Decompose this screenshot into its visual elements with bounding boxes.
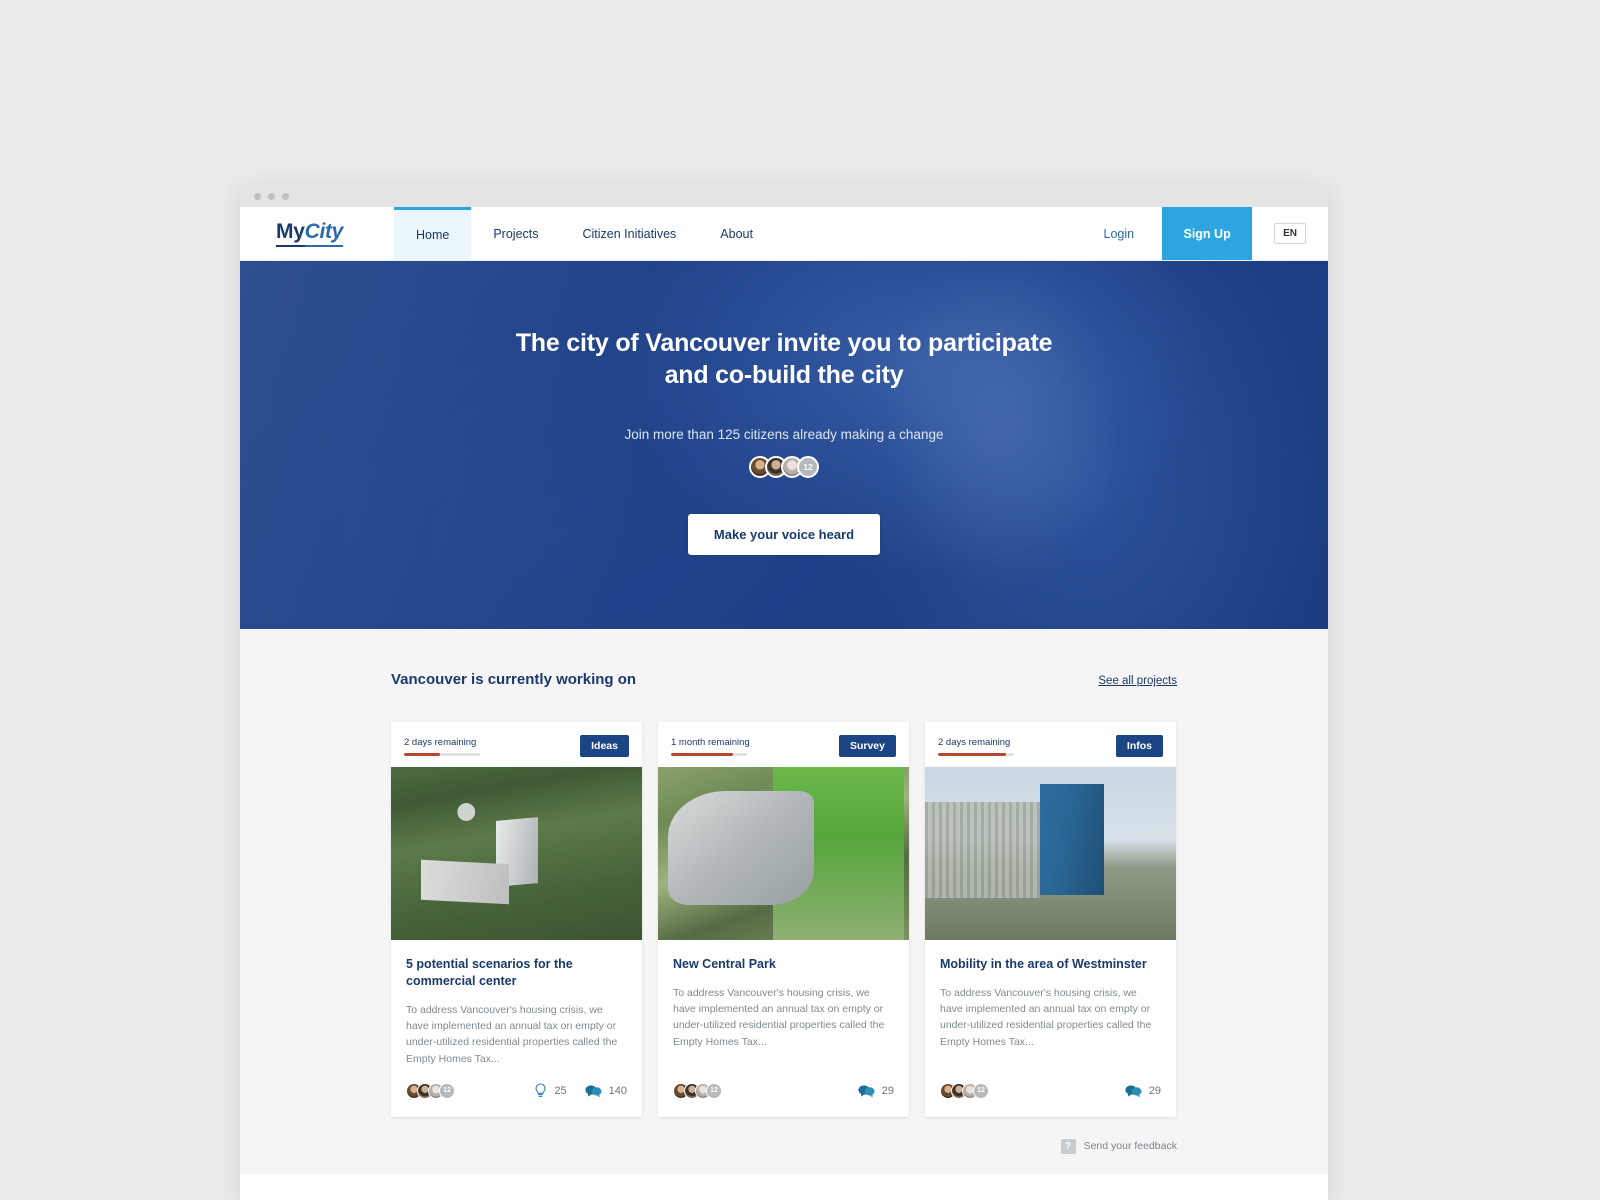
project-thumbnail — [925, 767, 1176, 940]
project-type-badge[interactable]: Survey — [838, 735, 896, 757]
progress-bar — [938, 753, 1014, 756]
hero-title: The city of Vancouver invite you to part… — [515, 329, 1053, 389]
idea-count-stat: 25 — [534, 1083, 567, 1098]
time-remaining-label: 2 days remaining — [404, 737, 477, 748]
nav-item-about[interactable]: About — [698, 207, 775, 260]
login-button[interactable]: Login — [1076, 207, 1163, 260]
project-card-body: New Central Park To address Vancouver's … — [658, 940, 909, 1067]
lightbulb-icon — [534, 1083, 547, 1098]
project-title: Mobility in the area of Westminster — [940, 957, 1147, 971]
participant-avatars: 12 — [673, 1082, 722, 1099]
project-description: To address Vancouver's housing crisis, w… — [940, 986, 1152, 1048]
send-feedback-link[interactable]: Send your feedback — [1084, 1140, 1177, 1152]
comment-count-value: 29 — [881, 1084, 894, 1097]
progress-bar-fill — [404, 753, 441, 756]
comment-count-value: 29 — [1148, 1084, 1161, 1097]
idea-count-value: 25 — [554, 1084, 567, 1097]
project-thumbnail — [391, 767, 642, 940]
window-titlebar — [240, 185, 1328, 207]
nav-item-citizen-initiatives[interactable]: Citizen Initiatives — [561, 207, 699, 260]
participant-avatars: 12 — [406, 1082, 455, 1099]
avatar-more-count: 12 — [706, 1082, 722, 1099]
hero-section: The city of Vancouver invite you to part… — [240, 261, 1328, 629]
page-title: Vancouver is currently working on — [391, 671, 637, 688]
progress-bar-fill — [671, 753, 734, 756]
comment-count-stat: 29 — [1125, 1084, 1161, 1098]
time-remaining-label: 2 days remaining — [938, 737, 1011, 748]
project-title: 5 potential scenarios for the commercial… — [406, 957, 573, 988]
browser-window: My City Home Projects Citizen Initiatives… — [240, 185, 1328, 1200]
projects-section: Vancouver is currently working on See al… — [240, 629, 1328, 1174]
time-remaining-label: 1 month remaining — [671, 737, 750, 748]
project-deadline: 2 days remaining — [404, 735, 480, 756]
comment-count-stat: 140 — [585, 1084, 627, 1098]
project-card-header: 2 days remaining Ideas — [391, 722, 642, 767]
project-card-footer: 12 25 140 — [391, 1067, 642, 1117]
project-card-footer: 12 29 — [925, 1067, 1176, 1117]
feedback-row: ? Send your feedback — [391, 1138, 1177, 1174]
project-thumbnail — [658, 767, 909, 940]
language-selector-wrap: EN — [1252, 207, 1328, 260]
avatar-more-count: 12 — [973, 1082, 989, 1099]
comment-count-stat: 29 — [858, 1084, 894, 1098]
project-card-list: 2 days remaining Ideas 5 potential scena… — [391, 722, 1177, 1117]
project-type-badge[interactable]: Ideas — [580, 735, 629, 757]
top-navigation: My City Home Projects Citizen Initiatives… — [240, 207, 1328, 261]
progress-bar-fill — [938, 753, 1007, 756]
progress-bar — [671, 753, 747, 756]
project-title: New Central Park — [673, 957, 776, 971]
close-icon[interactable] — [254, 192, 261, 200]
project-description: To address Vancouver's housing crisis, w… — [673, 986, 885, 1048]
nav-item-projects[interactable]: Projects — [471, 207, 560, 260]
comment-icon — [1125, 1084, 1142, 1098]
hero-content: The city of Vancouver invite you to part… — [240, 261, 1328, 629]
comment-icon — [858, 1084, 875, 1098]
maximize-icon[interactable] — [282, 192, 289, 200]
comment-count-value: 140 — [608, 1084, 627, 1097]
logo-text-my: My — [276, 220, 305, 247]
question-mark-icon[interactable]: ? — [1060, 1138, 1076, 1154]
project-description: To address Vancouver's housing crisis, w… — [406, 1003, 618, 1065]
site-logo[interactable]: My City — [240, 207, 394, 260]
nav-right-group: Login Sign Up EN — [1076, 207, 1329, 260]
project-card[interactable]: 1 month remaining Survey New Central Par… — [658, 722, 909, 1117]
language-selector[interactable]: EN — [1274, 223, 1306, 244]
comment-icon — [585, 1084, 602, 1098]
progress-bar — [404, 753, 480, 756]
project-stats: 29 — [858, 1084, 894, 1098]
project-deadline: 1 month remaining — [671, 735, 750, 756]
project-card-body: 5 potential scenarios for the commercial… — [391, 940, 642, 1067]
projects-section-header: Vancouver is currently working on See al… — [391, 671, 1177, 688]
signup-button[interactable]: Sign Up — [1162, 207, 1253, 260]
project-card-header: 1 month remaining Survey — [658, 722, 909, 767]
project-stats: 29 — [1125, 1084, 1161, 1098]
nav-links: Home Projects Citizen Initiatives About — [394, 207, 775, 260]
logo-text-city: City — [304, 220, 343, 247]
make-your-voice-heard-button[interactable]: Make your voice heard — [687, 514, 881, 556]
avatar-more-count: 12 — [797, 456, 819, 479]
minimize-icon[interactable] — [268, 192, 275, 200]
hero-subtitle: Join more than 125 citizens already maki… — [624, 427, 944, 442]
project-card[interactable]: 2 days remaining Infos Mobility in the a… — [925, 722, 1176, 1117]
project-card-footer: 12 29 — [658, 1067, 909, 1117]
project-card-header: 2 days remaining Infos — [925, 722, 1176, 767]
project-card-body: Mobility in the area of Westminster To a… — [925, 940, 1176, 1067]
nav-item-home[interactable]: Home — [394, 207, 472, 260]
see-all-projects-link[interactable]: See all projects — [1098, 675, 1177, 687]
project-type-badge[interactable]: Infos — [1115, 735, 1163, 757]
project-card[interactable]: 2 days remaining Ideas 5 potential scena… — [391, 722, 642, 1117]
project-deadline: 2 days remaining — [938, 735, 1014, 756]
participant-avatars: 12 — [940, 1082, 989, 1099]
hero-avatar-group: 12 — [749, 456, 819, 479]
avatar-more-count: 12 — [439, 1082, 455, 1099]
project-stats: 25 140 — [534, 1083, 627, 1098]
